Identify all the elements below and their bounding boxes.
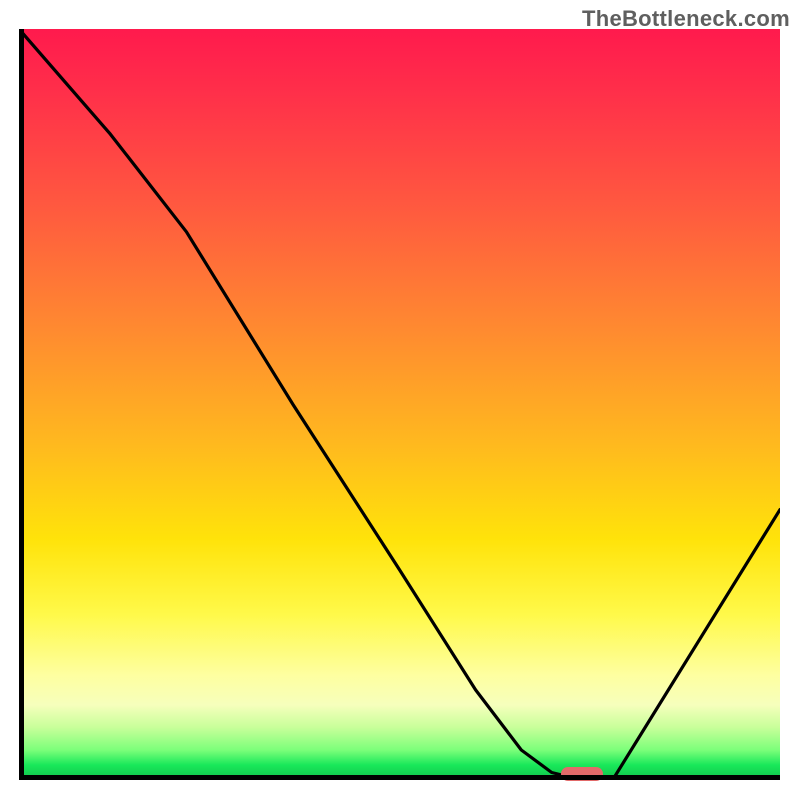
optimal-marker	[561, 767, 603, 781]
line-series	[19, 29, 780, 780]
chart-container: TheBottleneck.com	[0, 0, 800, 800]
plot-area	[19, 29, 780, 780]
